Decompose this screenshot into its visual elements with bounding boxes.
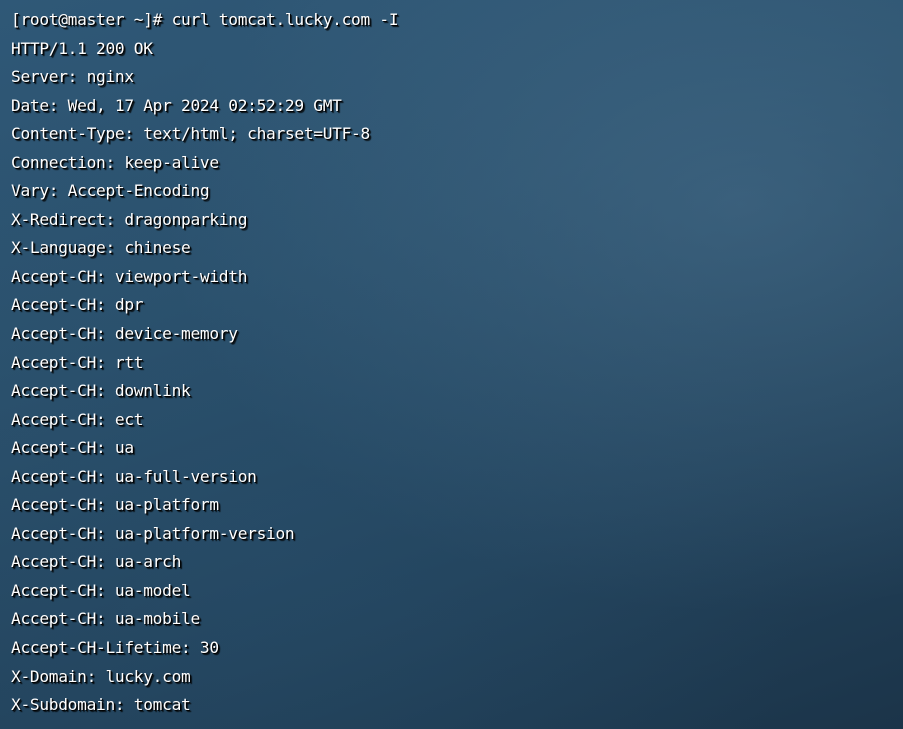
header-line: Accept-CH: ua-arch xyxy=(11,552,182,572)
header-line: Accept-CH: ua-platform-version xyxy=(11,523,295,543)
header-line: Server: nginx xyxy=(11,67,134,87)
header-line: Accept-CH-Lifetime: 30 xyxy=(11,638,219,658)
header-line: Accept-CH: downlink xyxy=(11,381,191,401)
header-line: X-Redirect: dragonparking xyxy=(11,209,248,229)
header-line: Connection: keep-alive xyxy=(11,152,219,172)
header-line: Accept-CH: rtt xyxy=(11,352,144,372)
header-line: Accept-CH: ua-mobile xyxy=(11,609,200,629)
header-line: X-Language: chinese xyxy=(11,238,191,258)
header-line: Accept-CH: dpr xyxy=(11,295,144,315)
header-line: Accept-CH: ect xyxy=(11,409,144,429)
header-line: Accept-CH: ua xyxy=(11,438,134,458)
header-line: Accept-CH: device-memory xyxy=(11,324,238,344)
status-line: HTTP/1.1 200 OK xyxy=(11,38,153,58)
header-line: Accept-CH: ua-platform xyxy=(11,495,219,515)
terminal-output[interactable]: [root@master ~]# curl tomcat.lucky.com -… xyxy=(0,0,903,729)
header-line: Vary: Accept-Encoding xyxy=(11,181,210,201)
header-line: X-Subdomain: tomcat xyxy=(11,695,191,715)
header-line: Accept-CH: ua-model xyxy=(11,580,191,600)
header-line: Accept-CH: ua-full-version xyxy=(11,466,257,486)
header-line: Accept-CH: viewport-width xyxy=(11,266,248,286)
command-prompt-line: [root@master ~]# curl tomcat.lucky.com -… xyxy=(11,10,399,29)
header-line: Content-Type: text/html; charset=UTF-8 xyxy=(11,124,370,144)
header-line: X-Domain: lucky.com xyxy=(11,666,191,686)
header-line: Date: Wed, 17 Apr 2024 02:52:29 GMT xyxy=(11,95,342,115)
